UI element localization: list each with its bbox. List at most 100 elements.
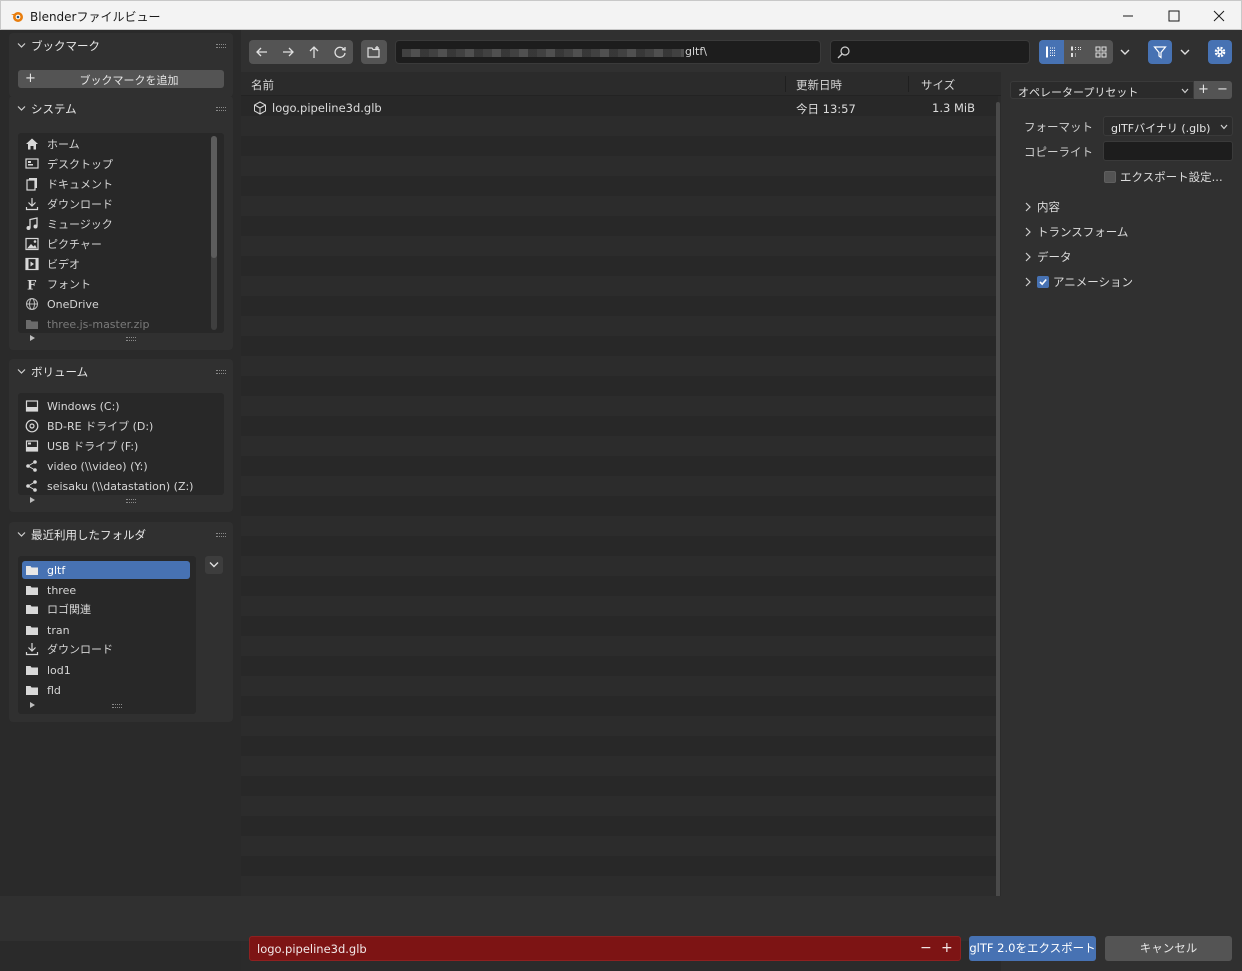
system-item-threejs-zip[interactable]: three.js-master.zip (24, 315, 149, 333)
filter-toggle[interactable] (1148, 40, 1172, 64)
horizontal-list-button[interactable] (1064, 40, 1089, 64)
column-size[interactable]: サイズ (921, 77, 955, 93)
column-name[interactable]: 名前 (251, 77, 274, 93)
recent-item-downloads[interactable]: ダウンロード (24, 640, 113, 658)
volume-item-f[interactable]: USB ドライブ (F:) (24, 437, 138, 455)
directory-path-field[interactable]: gltf\ (395, 40, 821, 64)
system-item-onedrive[interactable]: OneDrive (24, 295, 99, 313)
expand-arrow-icon[interactable] (28, 701, 36, 709)
folder-icon (24, 316, 40, 332)
drag-grip-icon[interactable] (216, 533, 226, 537)
recent-item-fld[interactable]: fld (24, 681, 61, 699)
thumbnail-button[interactable] (1088, 40, 1113, 64)
copyright-label: コピーライト (1024, 145, 1093, 159)
expand-arrow-icon[interactable] (28, 334, 36, 342)
system-item-pictures[interactable]: ピクチャー (24, 235, 102, 253)
section-include[interactable]: 内容 (1023, 198, 1060, 216)
system-scrollbar[interactable] (211, 136, 217, 330)
filter-button[interactable] (1148, 40, 1172, 64)
display-options-dropdown[interactable] (1115, 40, 1135, 64)
vertical-list-button[interactable] (1039, 40, 1064, 64)
system-item-downloads[interactable]: ダウンロード (24, 195, 113, 213)
system-item-desktop[interactable]: デスクトップ (24, 155, 113, 173)
scrollbar-thumb[interactable] (211, 136, 217, 258)
desktop-icon (24, 156, 40, 172)
system-item-home[interactable]: ホーム (24, 135, 80, 153)
column-separator[interactable] (785, 76, 786, 92)
decrement-button[interactable]: − (920, 940, 932, 956)
system-item-videos[interactable]: ビデオ (24, 255, 80, 273)
recent-menu-button[interactable] (205, 556, 223, 574)
system-header[interactable]: システム (9, 96, 233, 120)
new-folder-button[interactable] (361, 40, 387, 64)
settings-button[interactable] (1208, 40, 1232, 64)
minimize-button[interactable] (1105, 1, 1151, 31)
volume-item-d[interactable]: BD-RE ドライブ (D:) (24, 417, 153, 435)
chevron-down-icon (1120, 49, 1130, 55)
bookmarks-panel: ブックマーク + ブックマークを追加 (9, 33, 233, 97)
volumes-header[interactable]: ボリューム (9, 359, 233, 383)
drag-grip-icon[interactable] (216, 107, 226, 111)
folder-icon (24, 601, 40, 617)
remember-settings-checkbox[interactable] (1104, 171, 1116, 183)
remember-settings-label: エクスポート設定... (1120, 170, 1223, 184)
column-separator[interactable] (908, 76, 909, 92)
volume-item-z[interactable]: seisaku (\\datastation) (Z:) (24, 477, 193, 495)
video-icon (24, 256, 40, 272)
section-data[interactable]: データ (1023, 248, 1072, 266)
resize-grip-icon[interactable] (112, 704, 122, 708)
recent-item-three[interactable]: three (24, 581, 76, 599)
arrow-left-icon (256, 47, 267, 57)
filter-options-dropdown[interactable] (1175, 40, 1195, 64)
search-input[interactable] (830, 40, 1030, 64)
download-icon (24, 196, 40, 212)
section-transform[interactable]: トランスフォーム (1023, 223, 1128, 241)
volume-item-y[interactable]: video (\\video) (Y:) (24, 457, 148, 475)
list-view-icon (1046, 46, 1057, 58)
drag-grip-icon[interactable] (216, 370, 226, 374)
close-button[interactable] (1196, 1, 1242, 31)
maximize-button[interactable] (1151, 1, 1197, 31)
download-icon (24, 641, 40, 657)
parent-dir-button[interactable] (301, 40, 327, 64)
format-label: フォーマット (1024, 120, 1093, 134)
display-mode-group (1039, 40, 1113, 64)
file-row[interactable]: logo.pipeline3d.glb 今日 13:57 1.3 MiB (241, 98, 993, 118)
cancel-button[interactable]: キャンセル (1105, 936, 1232, 961)
recent-item-lod1[interactable]: lod1 (24, 661, 71, 679)
expand-arrow-icon[interactable] (28, 496, 36, 504)
recent-item-tran[interactable]: tran (24, 621, 70, 639)
refresh-button[interactable] (327, 40, 353, 64)
bookmarks-header[interactable]: ブックマーク (9, 33, 233, 57)
system-item-documents[interactable]: ドキュメント (24, 175, 113, 193)
drag-grip-icon[interactable] (216, 44, 226, 48)
system-item-music[interactable]: ミュージック (24, 215, 113, 233)
add-bookmark-button[interactable]: + ブックマークを追加 (18, 70, 224, 88)
column-date[interactable]: 更新日時 (796, 77, 842, 93)
settings-toggle[interactable] (1208, 40, 1232, 64)
volume-item-c[interactable]: Windows (C:) (24, 397, 120, 415)
recent-item-logo[interactable]: ロゴ関連 (24, 600, 91, 618)
resize-grip-icon[interactable] (126, 499, 136, 503)
export-button[interactable]: glTF 2.0をエクスポート (969, 936, 1096, 961)
file-list-scrollbar[interactable] (996, 102, 1000, 918)
recent-item-gltf[interactable]: gltf (22, 561, 190, 579)
file-date: 今日 13:57 (796, 102, 856, 116)
animation-checkbox[interactable] (1037, 276, 1049, 288)
add-preset-button[interactable]: + (1194, 81, 1213, 99)
copyright-field[interactable] (1103, 141, 1233, 161)
section-animation[interactable]: アニメーション (1023, 273, 1133, 291)
remove-preset-button[interactable]: − (1213, 81, 1232, 99)
forward-button[interactable] (275, 40, 301, 64)
increment-button[interactable]: + (941, 940, 953, 956)
recent-header[interactable]: 最近利用したフォルダ (9, 522, 233, 546)
system-item-fonts[interactable]: F フォント (24, 275, 91, 293)
folder-icon (24, 562, 40, 578)
chevron-down-icon (17, 43, 26, 48)
filename-input[interactable]: logo.pipeline3d.glb − + (249, 936, 961, 961)
operator-preset-dropdown[interactable]: オペレータープリセット (1010, 81, 1194, 99)
resize-grip-icon[interactable] (126, 337, 136, 341)
back-button[interactable] (249, 40, 275, 64)
format-dropdown[interactable]: glTFバイナリ (.glb) (1103, 116, 1233, 136)
network-drive-icon (24, 478, 40, 494)
